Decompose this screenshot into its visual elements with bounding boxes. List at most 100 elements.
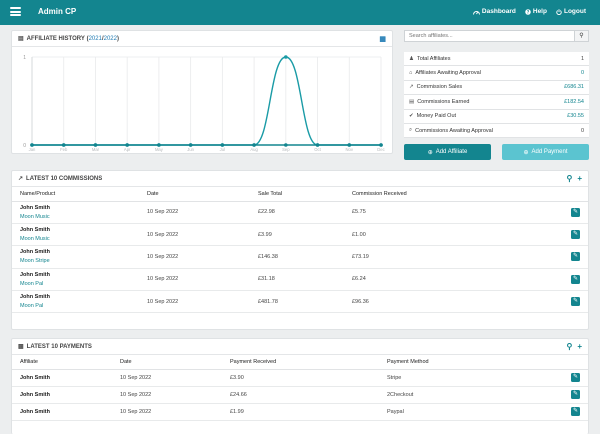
data-point <box>93 143 98 147</box>
series-line <box>31 56 381 146</box>
stats-list: ♟ Total Affiliates 1 ⌂ Affiliates Awaiting A… <box>404 52 589 139</box>
product-link[interactable]: Moon Stripe <box>20 258 50 264</box>
add-payment-button[interactable]: ⊕ Add Payment <box>502 144 589 160</box>
affiliate-name: John Smith <box>20 374 50 381</box>
payment-received-cell: £3.90 <box>222 369 379 387</box>
data-point <box>30 143 34 147</box>
menu-icon[interactable] <box>10 7 21 16</box>
x-tick-label: Mar <box>92 147 100 152</box>
sale-total-cell: £31.18 <box>250 268 344 292</box>
product-link[interactable]: Moon Pal <box>20 303 43 309</box>
x-tick-label: May <box>155 147 164 152</box>
sale-total-cell: £146.38 <box>250 245 344 269</box>
stat-row: ⌕ Commissions Awaiting Approval 0 <box>404 123 589 139</box>
edit-button[interactable]: ✎ <box>571 252 580 262</box>
stat-value: 0 <box>580 70 584 77</box>
product-link[interactable]: Moon Music <box>20 214 50 220</box>
date-cell: 10 Sep 2022 <box>139 223 250 247</box>
payment-method-cell: 2Checkout <box>379 386 563 404</box>
edit-button[interactable]: ✎ <box>571 230 580 240</box>
commissions-title: LATEST 10 COMMISSIONS <box>26 175 103 182</box>
calendar-icon[interactable]: ▦ <box>379 35 386 43</box>
col-affiliate: Affiliate <box>12 355 112 370</box>
payments-title: LATEST 10 PAYMENTS <box>26 343 92 350</box>
logout-link[interactable]: Logout <box>556 8 586 15</box>
payment-received-cell: £1.99 <box>222 403 379 421</box>
top-nav: Dashboard ? Help Logout <box>472 8 586 15</box>
stat-value: £686.31 <box>564 84 584 91</box>
search-icon[interactable]: ⚲ <box>566 342 572 351</box>
money-icon: ▤ <box>409 98 415 105</box>
affiliate-name: John Smith <box>20 227 50 234</box>
add-affiliate-button[interactable]: ⊕ Add Affiliate <box>404 144 491 160</box>
data-point <box>157 143 161 147</box>
year-2022-link[interactable]: 2022 <box>104 36 117 42</box>
pencil-icon: ✎ <box>572 231 579 238</box>
year-2021-link[interactable]: 2021 <box>89 36 102 42</box>
lock-icon: ⌂ <box>409 70 413 77</box>
y-tick-label: 0 <box>23 143 26 149</box>
search-button[interactable]: ⚲ <box>574 31 588 41</box>
stat-value: 1 <box>580 55 584 62</box>
table-row: John Smith 10 Sep 2022 £3.90 Stripe ✎ <box>12 369 588 387</box>
pencil-icon: ✎ <box>572 275 579 282</box>
pencil-icon: ✎ <box>572 298 579 305</box>
x-tick-label: Jul <box>220 147 225 152</box>
pencil-icon: ✎ <box>572 208 579 215</box>
add-affiliate-label: Add Affiliate <box>435 149 468 155</box>
stat-row: ✔ Money Paid Out £30.55 <box>404 109 589 124</box>
chart-icon: ↗ <box>409 84 414 91</box>
data-point <box>347 143 352 147</box>
table-row: John Smith Moon Music 10 Sep 2022 £22.98 £5.… <box>12 201 588 224</box>
stat-row: ♟ Total Affiliates 1 <box>404 52 589 67</box>
table-row: John Smith Moon Pal 10 Sep 2022 £31.18 £6.24… <box>12 268 588 292</box>
product-link[interactable]: Moon Music <box>20 236 50 242</box>
table-row: John Smith 10 Sep 2022 £1.99 Paypal ✎ <box>12 403 588 421</box>
payments-table: Affiliate Date Payment Received Payment … <box>12 355 588 421</box>
x-tick-label: Nov <box>346 147 354 152</box>
x-tick-label: Jan <box>29 147 36 152</box>
affiliate-history-chart: 0 1 Jan Feb Mar Apr May Jun Jul Aug Sep Oct Nov Dec <box>23 55 385 152</box>
stat-label: Commissions Earned <box>417 98 470 105</box>
payments-header: ▩ LATEST 10 PAYMENTS ⚲ + <box>12 339 588 355</box>
plus-icon[interactable]: + <box>577 342 582 351</box>
affiliate-name: John Smith <box>20 294 50 301</box>
x-tick-label: Oct <box>314 147 321 152</box>
name-cell: John Smith Moon Pal <box>12 290 139 314</box>
affiliate-name: John Smith <box>20 391 50 398</box>
product-link[interactable]: Moon Pal <box>20 281 43 287</box>
plus-icon[interactable]: + <box>577 174 582 183</box>
edit-button[interactable]: ✎ <box>571 297 580 307</box>
plus-circle-icon: ⊕ <box>427 149 433 156</box>
commissions-panel: ↗ LATEST 10 COMMISSIONS ⚲ + Name/Product … <box>11 170 589 330</box>
dashboard-label: Dashboard <box>481 8 516 15</box>
col-commission: Commission Received <box>344 187 563 202</box>
table-row: John Smith Moon Music 10 Sep 2022 £3.99 £1.0… <box>12 223 588 247</box>
col-actions <box>563 187 588 202</box>
date-cell: 10 Sep 2022 <box>139 201 250 224</box>
money-icon: ▩ <box>18 344 24 350</box>
plus-circle-icon: ⊕ <box>523 149 529 156</box>
search-input[interactable] <box>405 31 574 41</box>
dashboard-link[interactable]: Dashboard <box>472 8 516 15</box>
help-icon: ? <box>525 8 531 15</box>
x-tick-label: Sep <box>282 147 290 152</box>
pencil-icon: ✎ <box>572 391 579 397</box>
affiliate-name: John Smith <box>20 271 50 278</box>
col-sale-total: Sale Total <box>250 187 344 202</box>
stat-label: Commission Sales <box>416 84 463 91</box>
check-icon: ✔ <box>409 113 414 120</box>
app-title: Admin CP <box>38 7 77 16</box>
edit-button[interactable]: ✎ <box>571 390 580 399</box>
payments-panel: ▩ LATEST 10 PAYMENTS ⚲ + Affiliate Date P… <box>11 338 589 434</box>
edit-button[interactable]: ✎ <box>571 274 580 284</box>
search-icon[interactable]: ⚲ <box>566 174 572 183</box>
edit-button[interactable]: ✎ <box>571 373 580 382</box>
edit-button[interactable]: ✎ <box>571 207 580 217</box>
search-icon: ⚲ <box>579 33 584 39</box>
help-link[interactable]: ? Help <box>525 8 547 15</box>
x-tick-label: Jun <box>187 147 194 152</box>
edit-button[interactable]: ✎ <box>571 407 580 416</box>
pencil-icon: ✎ <box>572 253 579 260</box>
table-row: John Smith Moon Stripe 10 Sep 2022 £146.38 £… <box>12 245 588 269</box>
